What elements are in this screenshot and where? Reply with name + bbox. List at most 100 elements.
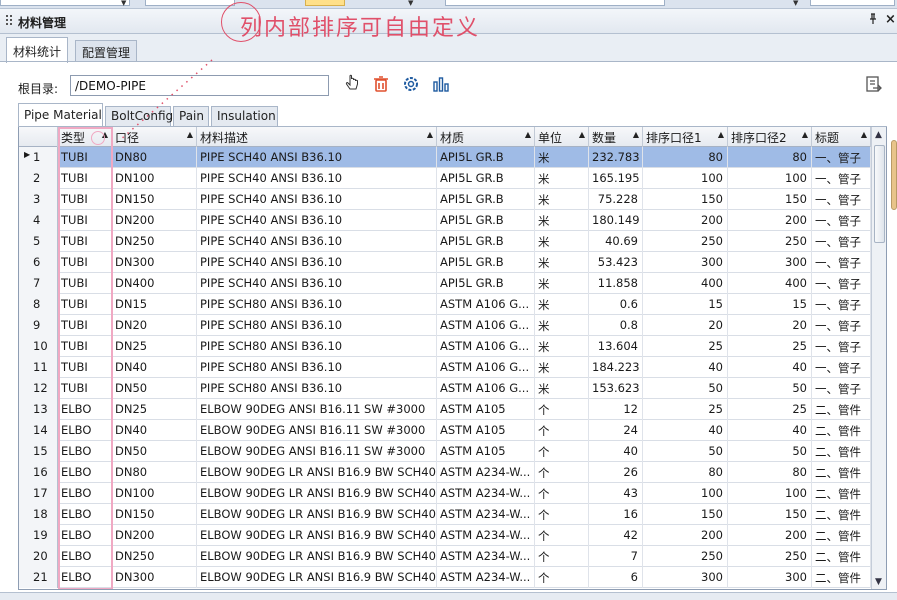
sort-diameter-1-cell[interactable]: 100 <box>643 168 728 189</box>
sort-diameter-1-cell[interactable]: 150 <box>643 504 728 525</box>
unit-cell[interactable]: 米 <box>535 315 589 336</box>
table-row[interactable]: 16 ELBO DN80 ELBOW 90DEG LR ANSI B16.9 BW S… <box>19 462 871 483</box>
row-number-cell[interactable]: 4 <box>19 210 58 231</box>
quantity-cell[interactable]: 75.228 <box>589 189 643 210</box>
description-cell[interactable]: PIPE SCH80 ANSI B36.10 <box>197 357 437 378</box>
quantity-cell[interactable]: 180.149 <box>589 210 643 231</box>
material-cell[interactable]: ASTM A234-W... <box>437 546 535 567</box>
sort-diameter-2-cell[interactable]: 100 <box>728 168 812 189</box>
diameter-cell[interactable]: DN20 <box>112 315 197 336</box>
sort-diameter-1-cell[interactable]: 50 <box>643 441 728 462</box>
toolbar-highlight-button[interactable] <box>305 0 345 6</box>
sort-asc-icon[interactable]: ▲ <box>579 130 585 139</box>
sort-diameter-2-cell[interactable]: 150 <box>728 189 812 210</box>
type-cell[interactable]: ELBO <box>58 504 112 525</box>
title-cell[interactable]: 二、管件 <box>812 504 871 525</box>
sort-diameter-1-cell[interactable]: 150 <box>643 189 728 210</box>
title-cell[interactable]: 一、管子 <box>812 231 871 252</box>
sort-asc-icon[interactable]: ▲ <box>802 130 808 139</box>
unit-cell[interactable]: 米 <box>535 336 589 357</box>
row-number-cell[interactable]: 8 <box>19 294 58 315</box>
material-cell[interactable]: ASTM A234-W... <box>437 525 535 546</box>
title-cell[interactable]: 一、管子 <box>812 378 871 399</box>
sort-diameter-2-cell[interactable]: 200 <box>728 525 812 546</box>
column-header-diameter[interactable]: 口径 ▲ <box>112 127 197 147</box>
sort-diameter-2-cell[interactable]: 50 <box>728 441 812 462</box>
quantity-cell[interactable]: 40 <box>589 441 643 462</box>
diameter-cell[interactable]: DN400 <box>112 273 197 294</box>
type-cell[interactable]: ELBO <box>58 399 112 420</box>
row-number-cell[interactable]: 5 <box>19 231 58 252</box>
quantity-cell[interactable]: 13.604 <box>589 336 643 357</box>
material-cell[interactable]: ASTM A105 <box>437 399 535 420</box>
sort-diameter-1-cell[interactable]: 20 <box>643 315 728 336</box>
type-cell[interactable]: TUBI <box>58 147 112 168</box>
title-cell[interactable]: 二、管件 <box>812 441 871 462</box>
sort-diameter-1-cell[interactable]: 250 <box>643 231 728 252</box>
unit-cell[interactable]: 米 <box>535 378 589 399</box>
row-number-cell[interactable]: 12 <box>19 378 58 399</box>
sort-diameter-1-cell[interactable]: 50 <box>643 378 728 399</box>
material-cell[interactable]: ASTM A106 G... <box>437 294 535 315</box>
table-row[interactable]: 21 ELBO DN300 ELBOW 90DEG LR ANSI B16.9 BW … <box>19 567 871 588</box>
diameter-cell[interactable]: DN25 <box>112 336 197 357</box>
sort-diameter-1-cell[interactable]: 40 <box>643 357 728 378</box>
description-cell[interactable]: PIPE SCH80 ANSI B36.10 <box>197 378 437 399</box>
column-header-sort-diameter-1[interactable]: 排序口径1 ▲ <box>643 127 728 147</box>
tab-boltconfig[interactable]: BoltConfig <box>105 106 173 127</box>
diameter-cell[interactable]: DN300 <box>112 567 197 588</box>
quantity-cell[interactable]: 0.6 <box>589 294 643 315</box>
table-row[interactable]: 12 TUBI DN50 PIPE SCH80 ANSI B36.10 ASTM A10… <box>19 378 871 399</box>
sort-asc-icon[interactable]: ▲ <box>187 130 193 139</box>
quantity-cell[interactable]: 0.8 <box>589 315 643 336</box>
unit-cell[interactable]: 个 <box>535 546 589 567</box>
type-cell[interactable]: TUBI <box>58 231 112 252</box>
sort-diameter-1-cell[interactable]: 80 <box>643 462 728 483</box>
type-cell[interactable]: ELBO <box>58 525 112 546</box>
type-cell[interactable]: TUBI <box>58 210 112 231</box>
dropdown-arrow-icon[interactable]: ▼ <box>793 0 798 7</box>
table-row[interactable]: 17 ELBO DN100 ELBOW 90DEG LR ANSI B16.9 BW … <box>19 483 871 504</box>
sort-diameter-2-cell[interactable]: 200 <box>728 210 812 231</box>
material-cell[interactable]: API5L GR.B <box>437 252 535 273</box>
description-cell[interactable]: ELBOW 90DEG LR ANSI B16.9 BW SCH40 <box>197 546 437 567</box>
title-cell[interactable]: 一、管子 <box>812 210 871 231</box>
scroll-down-icon[interactable]: ▼ <box>875 577 882 587</box>
description-cell[interactable]: ELBOW 90DEG ANSI B16.11 SW #3000 <box>197 441 437 462</box>
sort-diameter-1-cell[interactable]: 25 <box>643 336 728 357</box>
sort-diameter-2-cell[interactable]: 25 <box>728 399 812 420</box>
diameter-cell[interactable]: DN80 <box>112 147 197 168</box>
description-cell[interactable]: PIPE SCH80 ANSI B36.10 <box>197 294 437 315</box>
material-cell[interactable]: ASTM A106 G... <box>437 378 535 399</box>
description-cell[interactable]: ELBOW 90DEG LR ANSI B16.9 BW SCH40 <box>197 483 437 504</box>
diameter-cell[interactable]: DN15 <box>112 294 197 315</box>
material-cell[interactable]: ASTM A106 G... <box>437 336 535 357</box>
title-cell[interactable]: 二、管件 <box>812 399 871 420</box>
dropdown-arrow-icon[interactable]: ▼ <box>408 0 413 7</box>
table-row[interactable]: 20 ELBO DN250 ELBOW 90DEG LR ANSI B16.9 BW … <box>19 546 871 567</box>
dropdown-arrow-icon[interactable]: ▼ <box>121 0 126 7</box>
description-cell[interactable]: PIPE SCH40 ANSI B36.10 <box>197 210 437 231</box>
title-cell[interactable]: 二、管件 <box>812 525 871 546</box>
scroll-up-icon[interactable]: ▲ <box>875 130 882 140</box>
quantity-cell[interactable]: 16 <box>589 504 643 525</box>
title-cell[interactable]: 一、管子 <box>812 189 871 210</box>
quantity-cell[interactable]: 11.858 <box>589 273 643 294</box>
row-number-cell[interactable]: 2 <box>19 168 58 189</box>
table-row[interactable]: 19 ELBO DN200 ELBOW 90DEG LR ANSI B16.9 BW … <box>19 525 871 546</box>
row-number-cell[interactable]: 6 <box>19 252 58 273</box>
table-row[interactable]: 15 ELBO DN50 ELBOW 90DEG ANSI B16.11 SW #30… <box>19 441 871 462</box>
sort-diameter-1-cell[interactable]: 40 <box>643 420 728 441</box>
type-cell[interactable]: ELBO <box>58 441 112 462</box>
type-cell[interactable]: TUBI <box>58 336 112 357</box>
diameter-cell[interactable]: DN50 <box>112 378 197 399</box>
type-cell[interactable]: TUBI <box>58 315 112 336</box>
sort-diameter-2-cell[interactable]: 250 <box>728 546 812 567</box>
material-cell[interactable]: API5L GR.B <box>437 273 535 294</box>
table-row[interactable]: 7 TUBI DN400 PIPE SCH40 ANSI B36.10 API5L GR… <box>19 273 871 294</box>
toolbar-combo-1[interactable] <box>0 0 130 6</box>
diameter-cell[interactable]: DN40 <box>112 420 197 441</box>
sort-asc-icon[interactable]: ▲ <box>633 130 639 139</box>
unit-cell[interactable]: 米 <box>535 357 589 378</box>
row-number-cell[interactable]: 15 <box>19 441 58 462</box>
